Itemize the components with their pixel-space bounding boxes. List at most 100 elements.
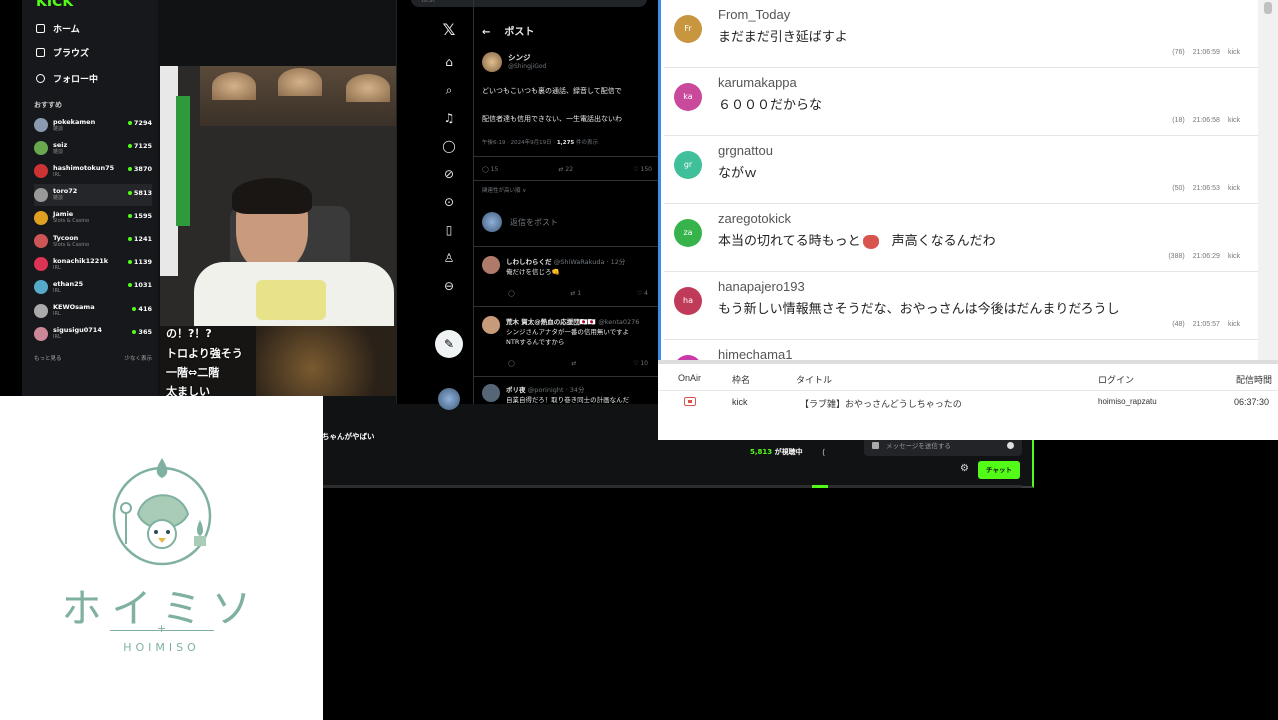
nav-following[interactable]: フォロー中: [36, 72, 98, 85]
video-player[interactable]: の！?！? トロより強そう 一階⇔二階 太ましい: [160, 66, 396, 396]
col-login[interactable]: ログイン: [1098, 373, 1134, 386]
like-icon[interactable]: ♡ 10: [633, 360, 648, 367]
x-logo-icon[interactable]: 𝕏: [441, 22, 457, 38]
video-scene-inset: [256, 326, 396, 396]
comment-item[interactable]: za zaregotokick 本当の切れてる時もっと 声高くなるんだわ (388) 2…: [664, 204, 1258, 272]
comment-item[interactable]: Fr From_Today まだまだ引き延ばすよ (76) 21:06:59 kick: [664, 0, 1258, 68]
comment-item[interactable]: gr grgnattou ながｗ (50) 21:06:53 kick: [664, 136, 1258, 204]
compose-post-button[interactable]: ✎: [435, 330, 463, 358]
home-icon[interactable]: ⌂: [441, 54, 457, 70]
channel-name: Jamie: [53, 210, 74, 219]
stream-progress-bar[interactable]: [322, 485, 1022, 488]
channel-item[interactable]: pokekamen 雑談 7294: [34, 114, 152, 136]
channel-item[interactable]: ethan25 IRL 1031: [34, 276, 152, 298]
channel-category: 雑談: [53, 195, 64, 202]
emoji-icon[interactable]: [1007, 442, 1014, 449]
post-author[interactable]: シンジ @ShingjiGod: [482, 52, 546, 72]
onair-icon[interactable]: [684, 397, 696, 406]
reply-item[interactable]: しわしわらくだ @ShiWaRakuda · 12分 俺だけを信じろ👊: [482, 256, 625, 276]
repost-icon[interactable]: ⇄ 1: [570, 290, 581, 297]
channel-item[interactable]: KEWOsama IRL 416: [34, 300, 152, 322]
progress-indicator: [812, 485, 828, 488]
channel-name: sigusigu0714: [53, 326, 102, 335]
repost-icon[interactable]: ⇄ 22: [558, 166, 573, 173]
bell-icon[interactable]: ♫: [441, 110, 457, 126]
sort-replies[interactable]: 関連性が高い順 ∨: [482, 186, 526, 194]
channel-category: 雑談: [53, 148, 64, 155]
comment-site: kick: [1227, 49, 1240, 56]
stream-layout: KICK ホーム ブラウズ フォロー中 おすすめ pokekamen 雑談 7294…: [0, 0, 1278, 720]
channel-item[interactable]: toro72 雑談 5813: [34, 183, 152, 206]
comment-site: kick: [1227, 253, 1240, 260]
channel-item[interactable]: sigusigu0714 IRL 365: [34, 323, 152, 345]
repost-icon[interactable]: ⇄: [571, 360, 576, 367]
comment-time: 21:06:29: [1192, 253, 1220, 260]
search-icon[interactable]: ⌕: [441, 82, 457, 98]
chat-send-button[interactable]: チャット: [978, 461, 1020, 479]
comment-message: 本当の切れてる時もっと 声高くなるんだわ: [718, 230, 996, 249]
reply-icon[interactable]: ◯: [508, 290, 515, 297]
reply-placeholder: 返信をポスト: [510, 217, 558, 227]
kick-sidebar: KICK ホーム ブラウズ フォロー中 おすすめ pokekamen 雑談 7294…: [22, 0, 158, 396]
channel-item[interactable]: Tycoon Slots & Casino 1241: [34, 230, 152, 252]
gear-icon[interactable]: ⚙: [960, 463, 969, 474]
broadcast-table: OnAir 枠名 タイトル ログイン 配信時間 kick 【ラブ雑】おやっさんど…: [658, 364, 1278, 440]
col-duration[interactable]: 配信時間: [1236, 373, 1272, 386]
nav-home[interactable]: ホーム: [36, 22, 80, 35]
comment-item[interactable]: hihimechama1: [664, 340, 1258, 360]
kick-logo[interactable]: KICK: [36, 0, 73, 10]
reply-avatar[interactable]: [482, 256, 500, 274]
channel-item[interactable]: konachik1221k IRL 1139: [34, 253, 152, 275]
comment-time: 21:06:58: [1192, 117, 1220, 124]
share-icon[interactable]: ⟨: [822, 448, 825, 457]
author-avatar[interactable]: [482, 52, 502, 72]
message-icon[interactable]: ◯: [441, 138, 457, 154]
recommended-title: おすすめ: [34, 101, 62, 109]
channel-item[interactable]: hashimotokun75 IRL 3870: [34, 160, 152, 182]
channel-avatar: [34, 118, 48, 132]
reply-icon[interactable]: ◯ 15: [482, 166, 498, 173]
channel-name: pokekamen: [53, 117, 96, 126]
scrollbar-thumb[interactable]: [1264, 2, 1272, 14]
like-icon[interactable]: ♡ 150: [633, 166, 652, 173]
more-icon[interactable]: ⊖: [441, 278, 457, 294]
channel-avatar: [34, 187, 48, 202]
comment-message: ６０００だからな: [718, 94, 822, 113]
my-avatar: [482, 212, 502, 232]
reply-composer[interactable]: 返信をポスト: [482, 212, 558, 232]
grok-icon[interactable]: ⊘: [441, 166, 457, 182]
emote-icon[interactable]: [872, 442, 879, 449]
channel-viewers: 1139: [128, 258, 152, 266]
like-icon[interactable]: ♡ 4: [637, 290, 648, 297]
reply-author: しわしわらくだ @ShiWaRakuda · 12分: [506, 256, 625, 266]
comment-username: hanapajero193: [718, 279, 805, 294]
comment-scrollbar[interactable]: [1258, 0, 1278, 360]
reply-actions: ◯ ⇄ ♡ 10: [508, 360, 648, 367]
comment-message: まだまだ引き延ばすよ: [718, 26, 848, 45]
comment-site: kick: [1227, 117, 1240, 124]
reply-avatar[interactable]: [482, 384, 500, 402]
channel-item[interactable]: seiz 雑談 7125: [34, 137, 152, 159]
col-onair[interactable]: OnAir: [678, 373, 701, 383]
channel-item[interactable]: Jamie Slots & Casino 1595: [34, 207, 152, 229]
nav-browse[interactable]: ブラウズ: [36, 46, 89, 59]
comment-message-text: ながｗ: [718, 166, 758, 181]
back-arrow-icon[interactable]: ←: [482, 27, 490, 38]
show-more-link[interactable]: もっと見る: [34, 354, 62, 362]
comment-item[interactable]: ha hanapajero193 もう新しい情報無さそうだな、おやっさんは今後はだん…: [664, 272, 1258, 340]
reply-avatar[interactable]: [482, 316, 500, 334]
reply-item[interactable]: ポリ夜 @porinight · 34分 自業自得だろ！取り巻き同士の計画なんだ: [482, 384, 629, 404]
show-less-link[interactable]: 少なく表示: [124, 354, 152, 362]
my-avatar[interactable]: [438, 388, 460, 410]
reply-icon[interactable]: ◯: [508, 360, 515, 367]
channel-category: IRL: [53, 334, 61, 341]
reply-item[interactable]: 荒木 賀太@熱血の応援団🇯🇵🇯🇵 @kenta0276 シンジさんアナタが一番の信…: [482, 316, 639, 346]
profile-icon[interactable]: ♙: [441, 250, 457, 266]
communities-icon[interactable]: ⊙: [441, 194, 457, 210]
channel-name: seiz: [53, 140, 68, 149]
col-title[interactable]: タイトル: [796, 373, 832, 386]
comment-list[interactable]: Fr From_Today まだまだ引き延ばすよ (76) 21:06:59 kick ka…: [658, 0, 1278, 360]
bookmark-icon[interactable]: ▯: [441, 222, 457, 238]
comment-item[interactable]: ka karumakappa ６０００だからな (18) 21:06:58 kick: [664, 68, 1258, 136]
col-frame[interactable]: 枠名: [732, 373, 750, 386]
